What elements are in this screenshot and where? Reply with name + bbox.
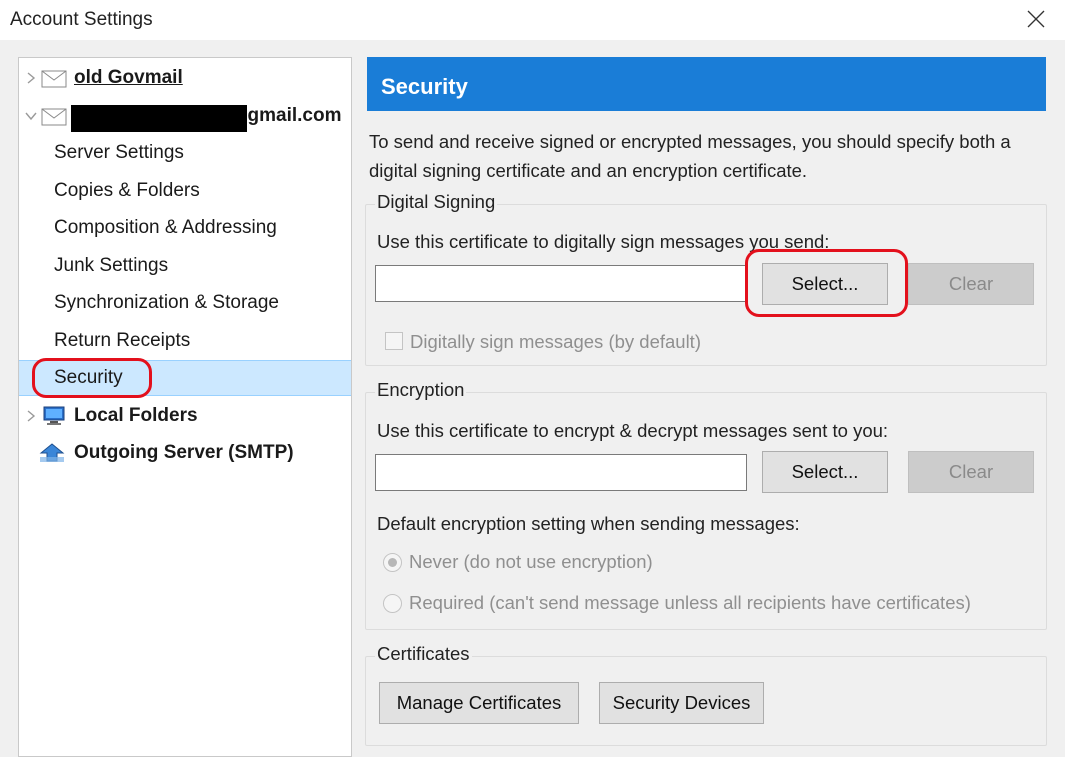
signing-label: Use this certificate to digitally sign m… — [377, 231, 830, 252]
tree-item-return-receipts[interactable]: Return Receipts — [19, 323, 351, 359]
signing-certificate-field[interactable] — [375, 265, 747, 302]
radio-required-label: Required (can't send message unless all … — [409, 592, 971, 613]
group-legend: Encryption — [375, 379, 467, 401]
tree-account-old-govmail[interactable]: old Govmail — [19, 60, 351, 96]
tree-item-security[interactable]: Security — [19, 360, 351, 396]
security-devices-button[interactable]: Security Devices — [599, 682, 764, 724]
signing-clear-button[interactable]: Clear — [908, 263, 1034, 305]
security-panel: Security To send and receive signed or e… — [365, 57, 1047, 757]
close-icon — [1027, 10, 1045, 28]
account-name: Local Folders — [74, 405, 198, 426]
certificates-group: Certificates Manage Certificates Securit… — [365, 643, 1047, 746]
account-name: old Govmail — [74, 67, 183, 88]
tree-item-label: Junk Settings — [54, 255, 169, 276]
tree-item-label: Security — [54, 367, 123, 388]
panel-description: To send and receive signed or encrypted … — [369, 131, 1011, 181]
group-legend: Digital Signing — [375, 191, 498, 213]
tree-item-outgoing-server[interactable]: Outgoing Server (SMTP) — [19, 435, 351, 471]
tree-account-local-folders[interactable]: Local Folders — [19, 398, 351, 434]
account-tree[interactable]: old Govmail @gmail.com Server Settings C… — [18, 57, 352, 757]
title-bar: Account Settings — [0, 0, 1065, 40]
outgoing-server-icon — [39, 443, 65, 469]
tree-item-label: Composition & Addressing — [54, 217, 277, 238]
computer-icon — [43, 406, 65, 432]
encryption-group: Encryption Use this certificate to encry… — [365, 379, 1047, 630]
encryption-label: Use this certificate to encrypt & decryp… — [377, 420, 889, 441]
radio-never[interactable] — [383, 553, 402, 572]
encryption-clear-button[interactable]: Clear — [908, 451, 1034, 493]
tree-item-label: Return Receipts — [54, 330, 191, 351]
panel-header: Security — [367, 57, 1046, 111]
account-name: Outgoing Server (SMTP) — [74, 442, 294, 463]
tree-item-synchronization-storage[interactable]: Synchronization & Storage — [19, 285, 351, 321]
default-encryption-label: Default encryption setting when sending … — [377, 513, 800, 534]
tree-item-copies-folders[interactable]: Copies & Folders — [19, 173, 351, 209]
encryption-select-button[interactable]: Select... — [762, 451, 888, 493]
tree-item-label: Synchronization & Storage — [54, 292, 279, 313]
tree-item-label: Server Settings — [54, 142, 184, 163]
mail-account-icon — [41, 108, 67, 132]
group-legend: Certificates — [375, 643, 472, 665]
manage-certificates-button[interactable]: Manage Certificates — [379, 682, 579, 724]
close-button[interactable] — [1013, 2, 1059, 36]
tree-item-label: Copies & Folders — [54, 180, 200, 201]
digital-signing-group: Digital Signing Use this certificate to … — [365, 191, 1047, 366]
digitally-sign-label: Digitally sign messages (by default) — [410, 331, 701, 352]
signing-select-button[interactable]: Select... — [762, 263, 888, 305]
tree-item-composition-addressing[interactable]: Composition & Addressing — [19, 210, 351, 246]
radio-required[interactable] — [383, 594, 402, 613]
redacted-email — [71, 105, 247, 132]
mail-account-icon — [41, 70, 67, 94]
window-title: Account Settings — [10, 9, 153, 30]
encryption-certificate-field[interactable] — [375, 454, 747, 491]
tree-item-junk-settings[interactable]: Junk Settings — [19, 248, 351, 284]
tree-item-server-settings[interactable]: Server Settings — [19, 135, 351, 171]
chevron-right-icon[interactable] — [24, 71, 38, 85]
chevron-right-icon[interactable] — [24, 409, 38, 423]
chevron-down-icon[interactable] — [24, 109, 38, 123]
radio-never-label: Never (do not use encryption) — [409, 551, 653, 572]
digitally-sign-checkbox[interactable] — [385, 332, 403, 350]
